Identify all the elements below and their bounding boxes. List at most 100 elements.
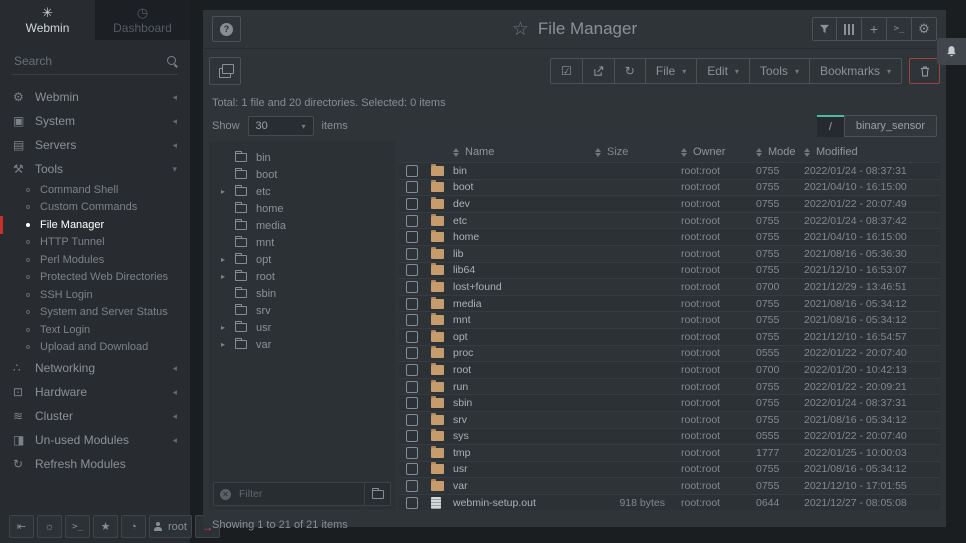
row-checkbox[interactable] xyxy=(406,414,418,426)
sidebar-item-servers[interactable]: ▤Servers◂ xyxy=(0,133,190,157)
sidebar-item-protected-web-directories[interactable]: Protected Web Directories xyxy=(0,269,190,287)
table-row-proc[interactable]: procroot:root05552022/01/22 - 20:07:40 xyxy=(399,345,940,362)
table-row-tmp[interactable]: tmproot:root17772022/01/25 - 10:00:03 xyxy=(399,444,940,461)
column-header-mode[interactable]: Mode xyxy=(756,146,804,158)
breadcrumb-root[interactable]: / xyxy=(817,115,844,137)
edit-menu-button[interactable]: Edit ▾ xyxy=(697,58,750,84)
tree-item-opt[interactable]: ▸opt xyxy=(209,251,395,268)
tree-item-srv[interactable]: srv xyxy=(209,302,395,319)
row-checkbox[interactable] xyxy=(406,430,418,442)
sidebar-item-tools[interactable]: ⚒Tools▾ xyxy=(0,157,190,181)
table-row-lib64[interactable]: lib64root:root07552021/12/10 - 16:53:07 xyxy=(399,262,940,279)
file-name[interactable]: etc xyxy=(453,215,581,227)
tree-item-boot[interactable]: boot xyxy=(209,166,395,183)
table-row-boot[interactable]: bootroot:root07552021/04/10 - 16:15:00 xyxy=(399,179,940,196)
row-checkbox[interactable] xyxy=(406,165,418,177)
table-row-lost-found[interactable]: lost+foundroot:root07002021/12/29 - 13:4… xyxy=(399,278,940,295)
table-row-run[interactable]: runroot:root07552022/01/22 - 20:09:21 xyxy=(399,378,940,395)
select-all-button[interactable]: ☑ xyxy=(550,58,583,84)
tree-item-etc[interactable]: ▸etc xyxy=(209,183,395,200)
table-row-bin[interactable]: binroot:root07552022/01/24 - 08:37:31 xyxy=(399,162,940,179)
sidebar-item-refresh-modules[interactable]: ↻Refresh Modules xyxy=(0,452,190,476)
tree-filter-input[interactable] xyxy=(237,487,364,501)
favorite-star-icon[interactable]: ☆ xyxy=(512,20,529,39)
row-checkbox[interactable] xyxy=(406,231,418,243)
tree-item-root[interactable]: ▸root xyxy=(209,268,395,285)
row-checkbox[interactable] xyxy=(406,381,418,393)
column-header-name[interactable]: Name xyxy=(453,146,581,158)
sidebar-item-webmin[interactable]: ⚙Webmin◂ xyxy=(0,85,190,109)
table-row-mnt[interactable]: mntroot:root07552021/08/16 - 05:34:12 xyxy=(399,311,940,328)
shell-button[interactable]: >_ xyxy=(65,515,90,538)
row-checkbox[interactable] xyxy=(406,397,418,409)
sidebar-item-custom-commands[interactable]: Custom Commands xyxy=(0,199,190,217)
delete-button[interactable] xyxy=(909,58,940,84)
file-name[interactable]: boot xyxy=(453,181,581,193)
file-name[interactable]: tmp xyxy=(453,447,581,459)
sidebar-item-networking[interactable]: ∴Networking◂ xyxy=(0,356,190,380)
select-view-button[interactable] xyxy=(209,57,241,85)
tree-item-media[interactable]: media xyxy=(209,217,395,234)
file-name[interactable]: proc xyxy=(453,347,581,359)
sidebar-item-cluster[interactable]: ≋Cluster◂ xyxy=(0,404,190,428)
file-name[interactable]: home xyxy=(453,231,581,243)
sidebar-item-command-shell[interactable]: Command Shell xyxy=(0,181,190,199)
tree-item-mnt[interactable]: mnt xyxy=(209,234,395,251)
row-checkbox[interactable] xyxy=(406,463,418,475)
table-row-srv[interactable]: srvroot:root07552021/08/16 - 05:34:12 xyxy=(399,411,940,428)
file-name[interactable]: bin xyxy=(453,165,581,177)
row-checkbox[interactable] xyxy=(406,198,418,210)
table-row-webmin-setup-out[interactable]: webmin-setup.out918 bytesroot:root064420… xyxy=(399,494,940,511)
row-checkbox[interactable] xyxy=(406,364,418,376)
table-row-media[interactable]: mediaroot:root07552021/08/16 - 05:34:12 xyxy=(399,295,940,312)
collapse-sidebar-button[interactable]: ⇤ xyxy=(9,515,34,538)
tab-dashboard[interactable]: ◷ Dashboard xyxy=(95,0,190,40)
search-input[interactable] xyxy=(12,53,167,69)
file-name[interactable]: dev xyxy=(453,198,581,210)
row-checkbox[interactable] xyxy=(406,497,418,509)
row-checkbox[interactable] xyxy=(406,447,418,459)
breadcrumb-segment[interactable]: binary_sensor xyxy=(844,115,937,137)
file-name[interactable]: lib xyxy=(453,248,581,260)
column-header-size[interactable]: Size xyxy=(581,146,681,158)
user-button[interactable]: root xyxy=(149,515,192,538)
page-size-select[interactable]: 30 ▾ xyxy=(248,116,314,136)
file-name[interactable]: lost+found xyxy=(453,281,581,293)
file-menu-button[interactable]: File ▾ xyxy=(646,58,697,84)
row-checkbox[interactable] xyxy=(406,281,418,293)
sidebar-item-system[interactable]: ▣System◂ xyxy=(0,109,190,133)
row-checkbox[interactable] xyxy=(406,314,418,326)
file-name[interactable]: root xyxy=(453,364,581,376)
expand-caret-icon[interactable]: ▸ xyxy=(221,187,232,196)
file-name[interactable]: run xyxy=(453,381,581,393)
file-name[interactable]: webmin-setup.out xyxy=(453,497,581,509)
clear-filter-icon[interactable]: ✕ xyxy=(220,489,231,500)
table-row-dev[interactable]: devroot:root07552022/01/22 - 20:07:49 xyxy=(399,195,940,212)
sidebar-item-upload-and-download[interactable]: Upload and Download xyxy=(0,339,190,357)
row-checkbox[interactable] xyxy=(406,331,418,343)
refresh-button[interactable]: ↻ xyxy=(615,58,646,84)
file-name[interactable]: sys xyxy=(453,430,581,442)
language-button[interactable]: ◔ xyxy=(121,515,146,538)
table-row-sbin[interactable]: sbinroot:root07552022/01/24 - 08:37:31 xyxy=(399,394,940,411)
tree-item-var[interactable]: ▸var xyxy=(209,336,395,353)
expand-caret-icon[interactable]: ▸ xyxy=(221,255,232,264)
sidebar-item-http-tunnel[interactable]: HTTP Tunnel xyxy=(0,234,190,252)
tree-folder-button[interactable] xyxy=(364,483,390,505)
column-header-owner[interactable]: Owner xyxy=(681,146,756,158)
theme-button[interactable]: ☼ xyxy=(37,515,62,538)
sidebar-item-ssh-login[interactable]: SSH Login xyxy=(0,286,190,304)
row-checkbox[interactable] xyxy=(406,215,418,227)
favorites-button[interactable]: ★ xyxy=(93,515,118,538)
expand-caret-icon[interactable]: ▸ xyxy=(221,323,232,332)
file-name[interactable]: opt xyxy=(453,331,581,343)
row-checkbox[interactable] xyxy=(406,298,418,310)
row-checkbox[interactable] xyxy=(406,347,418,359)
sidebar-item-un-used-modules[interactable]: ◨Un-used Modules◂ xyxy=(0,428,190,452)
file-name[interactable]: lib64 xyxy=(453,264,581,276)
tree-item-sbin[interactable]: sbin xyxy=(209,285,395,302)
table-row-root[interactable]: rootroot:root07002022/01/20 - 10:42:13 xyxy=(399,361,940,378)
row-checkbox[interactable] xyxy=(406,264,418,276)
table-row-etc[interactable]: etcroot:root07552022/01/24 - 08:37:42 xyxy=(399,212,940,229)
notifications-tab[interactable] xyxy=(937,38,966,65)
